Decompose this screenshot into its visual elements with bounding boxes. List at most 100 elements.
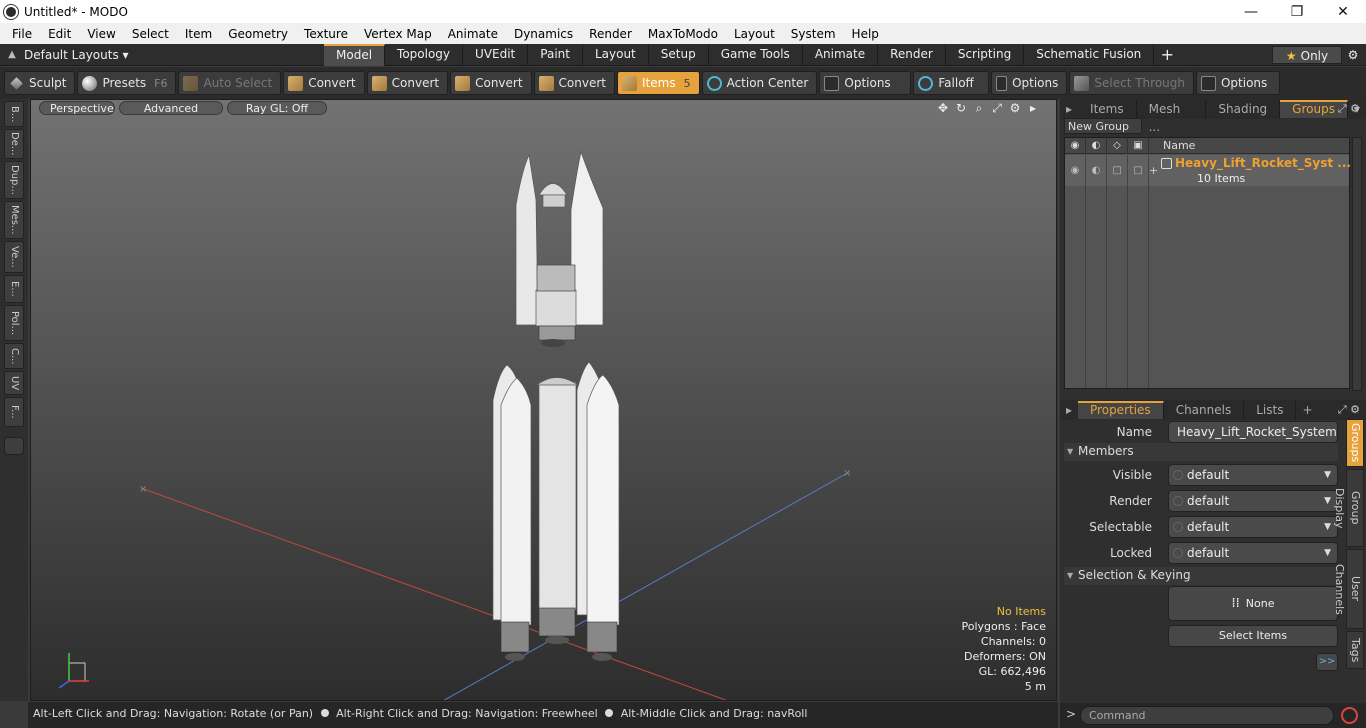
lock-icon[interactable]: ▣ [1128,137,1149,154]
perspective-button[interactable]: Perspective [39,101,115,115]
menu-file[interactable]: File [4,27,40,41]
gear-icon[interactable]: ⚙ [1344,46,1362,64]
select-through-button[interactable]: Select Through [1069,71,1194,95]
tab-model[interactable]: Model [324,43,386,66]
convert-edges-button[interactable]: Convert [366,71,449,95]
menu-vertex-map[interactable]: Vertex Map [356,27,440,41]
presets-button[interactable]: Presets F6 [77,71,177,95]
tab-render[interactable]: Render [878,43,946,66]
items-mode-button[interactable]: Items 5 [617,71,700,95]
left-tab-polygon[interactable]: Pol... [4,305,24,341]
tab-scripting[interactable]: Scripting [946,43,1025,66]
layout-select[interactable]: Default Layouts ▾ [24,48,324,62]
menu-maxtomodo[interactable]: MaxToModo [640,27,726,41]
menu-geometry[interactable]: Geometry [220,27,296,41]
group-row[interactable]: ◉ ◐ □ □ + Heavy_Lift_Rocket_Syst ... 10 … [1065,155,1351,186]
left-tab-vertex[interactable]: Ve... [4,241,24,273]
menu-animate[interactable]: Animate [440,27,506,41]
menu-help[interactable]: Help [844,27,887,41]
menu-item[interactable]: Item [177,27,220,41]
convert-polygons-button[interactable]: Convert [450,71,532,95]
sculpt-button[interactable]: Sculpt [4,71,76,95]
collapse-arrow-icon[interactable]: ▲ [0,49,24,60]
panel-menu-icon[interactable]: ▸ [1060,102,1078,116]
side-tab-user-channels[interactable]: User Channels [1333,549,1364,629]
menu-select[interactable]: Select [124,27,177,41]
minimize-button[interactable]: — [1228,0,1274,23]
side-tab-group-display[interactable]: Group Display [1333,469,1364,547]
menu-render[interactable]: Render [581,27,640,41]
render-icon[interactable]: ◐ [1086,155,1107,186]
advanced-button[interactable]: Advanced [119,101,223,115]
tab-mesh[interactable]: Mesh ... [1137,100,1207,134]
options-button-3[interactable]: Options [1195,71,1280,95]
select-icon[interactable]: ◇ [1107,137,1128,154]
left-tab-uv[interactable]: UV [4,371,24,395]
render-select[interactable]: default ▼ [1168,490,1338,512]
select-items-button[interactable]: Select Items [1168,625,1338,647]
visibility-eye-icon[interactable]: ◉ [1065,155,1086,186]
left-tab-curve[interactable]: C... [4,343,24,369]
options-button-1[interactable]: Options [819,71,912,95]
expand-arrow-icon[interactable]: ▸ [1024,101,1042,116]
selectable-select[interactable]: default ▼ [1168,516,1338,538]
menu-edit[interactable]: Edit [40,27,79,41]
falloff-button[interactable]: Falloff [913,71,990,95]
tab-layout[interactable]: Layout [583,43,649,66]
selection-keying-section[interactable]: ▼ Selection & Keying [1064,567,1338,585]
tab-topology[interactable]: Topology [385,43,464,66]
left-tab-fusion[interactable]: F... [4,397,24,427]
left-tab-extra-button[interactable] [4,437,24,455]
expand-plus-icon[interactable]: + [1149,164,1158,177]
render-icon[interactable]: ◐ [1086,137,1107,154]
convert-vertices-button[interactable]: Convert [283,71,365,95]
group-name[interactable]: Heavy_Lift_Rocket_Syst ... [1175,156,1351,170]
visible-select[interactable]: default ▼ [1168,464,1338,486]
side-tab-tags[interactable]: Tags [1346,631,1364,669]
side-tab-groups[interactable]: Groups [1346,419,1364,467]
raygl-button[interactable]: Ray GL: Off [227,101,327,115]
only-button[interactable]: ★ Only [1272,46,1342,64]
tab-setup[interactable]: Setup [649,43,709,66]
new-group-button[interactable]: New Group [1064,118,1142,134]
menu-system[interactable]: System [783,27,844,41]
menu-texture[interactable]: Texture [296,27,356,41]
add-layout-tab-button[interactable]: + [1154,45,1180,64]
tab-animate[interactable]: Animate [803,43,879,66]
name-field[interactable]: Heavy_Lift_Rocket_System (12) [1168,421,1338,459]
action-center-button[interactable]: Action Center [701,71,818,95]
maximize-button[interactable]: ❐ [1274,0,1320,23]
3d-viewport[interactable]: × × Perspective Advanced Ray GL: Off ✥ ↻… [30,99,1057,701]
left-tab-duplicate[interactable]: Dup... [4,161,24,199]
options-button-2[interactable]: Options [991,71,1068,95]
zoom-icon[interactable]: ⌕ [970,101,988,116]
name-column-header[interactable]: Name [1149,139,1195,152]
tab-shading[interactable]: Shading [1206,100,1281,118]
settings-icon[interactable]: ⚙ [1006,101,1024,116]
tab-items[interactable]: Items [1078,100,1137,118]
tab-paint[interactable]: Paint [528,43,583,66]
left-tab-deform[interactable]: De... [4,129,24,159]
rotate-icon[interactable]: ↻ [952,101,970,116]
auto-select-button[interactable]: Auto Select [178,71,282,95]
visibility-eye-icon[interactable]: ◉ [1065,137,1086,154]
menu-layout[interactable]: Layout [726,27,783,41]
none-button[interactable]: ⁞⁞ None [1168,586,1338,621]
close-button[interactable]: ✕ [1320,0,1366,23]
tab-game-tools[interactable]: Game Tools [709,43,803,66]
convert-materials-button[interactable]: Convert [533,71,615,95]
pan-icon[interactable]: ✥ [934,101,952,116]
groups-scrollbar[interactable] [1352,137,1362,391]
menu-dynamics[interactable]: Dynamics [506,27,581,41]
left-tab-edge[interactable]: E... [4,275,24,303]
left-tab-basic[interactable]: B... [4,101,24,127]
command-input[interactable]: Command [1080,706,1334,725]
record-macro-icon[interactable] [1341,707,1358,724]
more-button[interactable]: >> [1316,653,1338,671]
members-section[interactable]: ▼ Members [1064,443,1338,461]
left-tab-mesh-edit[interactable]: Mes... [4,201,24,239]
tab-uvedit[interactable]: UVEdit [463,43,529,66]
select-checkbox[interactable]: □ [1107,155,1128,186]
tab-schematic-fusion[interactable]: Schematic Fusion [1024,43,1155,66]
panel-options-icon[interactable]: ⤢ ⚙ [1338,102,1360,116]
